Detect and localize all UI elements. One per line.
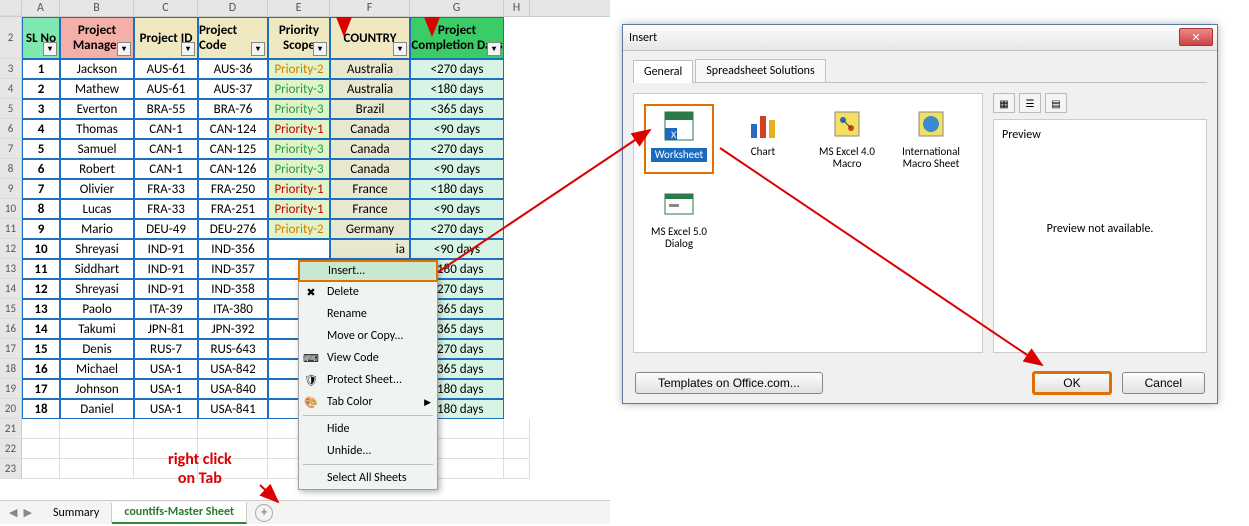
new-sheet-button[interactable]: + — [255, 504, 273, 522]
annotation-text: right clickon Tab — [168, 450, 232, 488]
ctx-tab-color[interactable]: 🎨Tab Color▶ — [299, 391, 437, 413]
header-days: Project Completion Days▾ — [410, 17, 504, 59]
header-sl: SL No▾ — [22, 17, 60, 59]
ok-button[interactable]: OK — [1032, 371, 1111, 395]
filter-icon[interactable]: ▾ — [487, 42, 501, 56]
table-row[interactable]: 3 1 Jackson AUS-61 AUS-36 Priority-2 Aus… — [0, 59, 610, 79]
svg-text:X: X — [671, 128, 677, 141]
header-priority: Priority Scope▾ — [268, 17, 330, 59]
table-row[interactable]: 10 8 Lucas FRA-33 FRA-251 Priority-1 Fra… — [0, 199, 610, 219]
table-row[interactable]: 8 6 Robert CAN-1 CAN-126 Priority-3 Cana… — [0, 159, 610, 179]
table-row[interactable]: 7 5 Samuel CAN-1 CAN-125 Priority-3 Cana… — [0, 139, 610, 159]
table-row[interactable]: 6 4 Thomas CAN-1 CAN-124 Priority-1 Cana… — [0, 119, 610, 139]
view-large-icons[interactable]: ▦ — [993, 93, 1015, 113]
filter-icon[interactable]: ▾ — [251, 42, 265, 56]
chart-icon — [745, 106, 781, 142]
table-row[interactable]: 11 9 Mario DEU-49 DEU-276 Priority-2 Ger… — [0, 219, 610, 239]
worksheet-icon: X — [661, 108, 697, 144]
macro-icon — [829, 106, 865, 142]
col-F[interactable]: F — [330, 0, 410, 16]
sheet-tab-strip: ◀▶ Summary countifs-Master Sheet + — [0, 500, 610, 524]
ctx-hide[interactable]: Hide — [299, 418, 437, 440]
ctx-view-code[interactable]: ⌨View Code — [299, 347, 437, 369]
table-header-row: 2 SL No▾ Project Manager▾ Project ID▾ Pr… — [0, 17, 610, 59]
tab-nav[interactable]: ◀▶ — [0, 506, 41, 519]
preview-message: Preview not available. — [1047, 222, 1154, 236]
ctx-protect[interactable]: 🛡Protect Sheet... — [299, 369, 437, 391]
ctx-move[interactable]: Move or Copy... — [299, 325, 437, 347]
template-chart[interactable]: Chart — [728, 104, 798, 174]
header-pcode: Project Code▾ — [198, 17, 268, 59]
col-C[interactable]: C — [134, 0, 198, 16]
template-dialog5[interactable]: MS Excel 5.0 Dialog — [644, 184, 714, 254]
color-icon: 🎨 — [303, 394, 319, 410]
header-pm: Project Manager▾ — [60, 17, 134, 59]
filter-icon[interactable]: ▾ — [117, 42, 131, 56]
template-worksheet[interactable]: X Worksheet — [644, 104, 714, 174]
col-A[interactable]: A — [22, 0, 60, 16]
tab-master-sheet[interactable]: countifs-Master Sheet — [112, 502, 247, 524]
template-icon-list: X Worksheet Chart MS Excel 4.0 Macro Int… — [633, 93, 983, 353]
table-row[interactable]: 12 10 Shreyasi IND-91 IND-356 ia <90 day… — [0, 239, 610, 259]
ctx-insert[interactable]: Insert... — [298, 260, 438, 282]
template-intl-macro[interactable]: International Macro Sheet — [896, 104, 966, 174]
cancel-button[interactable]: Cancel — [1122, 372, 1205, 394]
col-E[interactable]: E — [268, 0, 330, 16]
dialog-tab-general[interactable]: General — [633, 60, 693, 83]
header-pid: Project ID▾ — [134, 17, 198, 59]
preview-pane: Preview Preview not available. — [993, 119, 1207, 353]
col-D[interactable]: D — [198, 0, 268, 16]
dialog-tab-solutions[interactable]: Spreadsheet Solutions — [695, 59, 825, 82]
globe-macro-icon — [913, 106, 949, 142]
header-country: COUNTRY▾ — [330, 17, 410, 59]
ctx-select-all[interactable]: Select All Sheets — [299, 467, 437, 489]
ctx-unhide[interactable]: Unhide... — [299, 440, 437, 462]
insert-dialog: Insert ✕ General Spreadsheet Solutions X… — [622, 24, 1218, 404]
filter-icon[interactable]: ▾ — [313, 42, 327, 56]
templates-office-button[interactable]: Templates on Office.com... — [635, 372, 823, 394]
dialog-title: Insert ✕ — [623, 25, 1217, 51]
tab-context-menu: Insert... ✖Delete Rename Move or Copy...… — [298, 260, 438, 490]
table-row[interactable]: 5 3 Everton BRA-55 BRA-76 Priority-3 Bra… — [0, 99, 610, 119]
template-macro4[interactable]: MS Excel 4.0 Macro — [812, 104, 882, 174]
column-headers: A B C D E F G H — [0, 0, 610, 17]
code-icon: ⌨ — [303, 350, 319, 366]
table-row[interactable]: 4 2 Mathew AUS-61 AUS-37 Priority-3 Aust… — [0, 79, 610, 99]
tab-summary[interactable]: Summary — [41, 503, 112, 523]
view-details[interactable]: ▤ — [1045, 93, 1067, 113]
filter-icon[interactable]: ▾ — [43, 42, 57, 56]
close-button[interactable]: ✕ — [1179, 28, 1213, 46]
dialog-icon — [661, 186, 697, 222]
table-row[interactable]: 9 7 Olivier FRA-33 FRA-250 Priority-1 Fr… — [0, 179, 610, 199]
filter-icon[interactable]: ▾ — [393, 42, 407, 56]
lock-icon: 🛡 — [303, 372, 319, 388]
filter-icon[interactable]: ▾ — [181, 42, 195, 56]
view-list[interactable]: ☰ — [1019, 93, 1041, 113]
col-B[interactable]: B — [60, 0, 134, 16]
ctx-delete[interactable]: ✖Delete — [299, 281, 437, 303]
delete-icon: ✖ — [303, 284, 319, 300]
col-G[interactable]: G — [410, 0, 504, 16]
chevron-right-icon: ▶ — [424, 397, 431, 408]
ctx-rename[interactable]: Rename — [299, 303, 437, 325]
col-H[interactable]: H — [504, 0, 530, 16]
